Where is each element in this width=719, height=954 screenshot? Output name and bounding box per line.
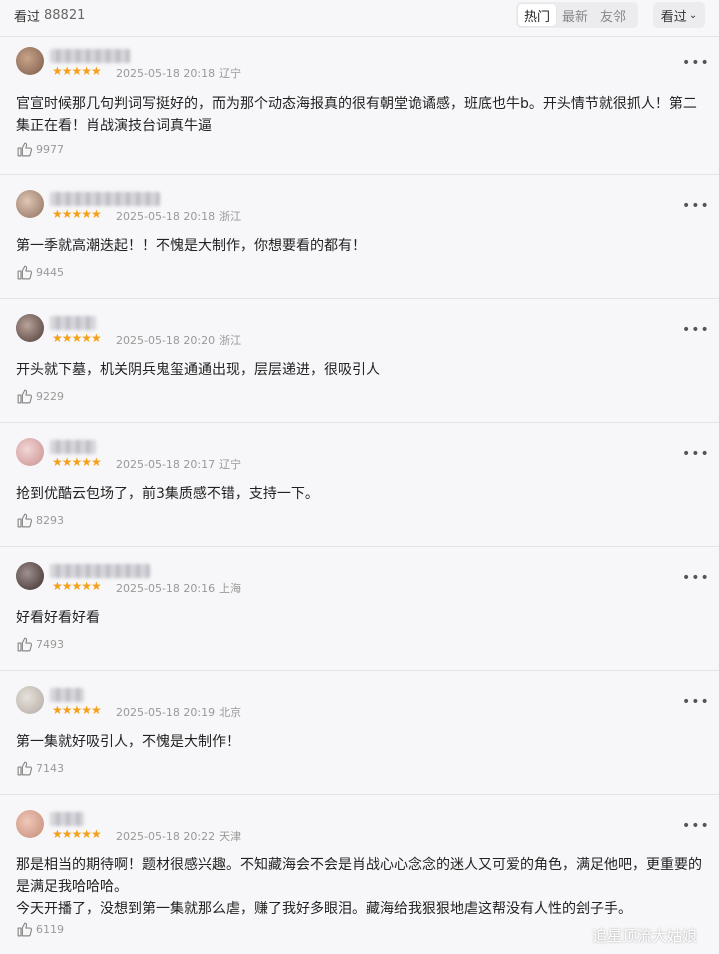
chevron-down-icon: ⌄: [688, 9, 698, 21]
divider: [0, 794, 719, 795]
more-dots-icon[interactable]: •••: [682, 322, 710, 338]
rating-stars: ★★★★★: [52, 455, 102, 469]
like-button[interactable]: 9229: [16, 388, 64, 405]
rating-stars: ★★★★★: [52, 703, 102, 717]
tab-friends[interactable]: 友邻: [594, 4, 632, 26]
thumbs-up-icon: [17, 142, 33, 157]
divider: [0, 298, 719, 299]
comment-text: 官宣时候那几句判词写挺好的，而为那个动态海报真的很有朝堂诡谲感，班底也牛b。开头…: [16, 96, 697, 134]
username-blurred[interactable]: [50, 440, 96, 454]
avatar[interactable]: [16, 438, 44, 466]
more-dots-icon[interactable]: •••: [682, 55, 710, 71]
comment-meta: 2025-05-18 20:19 北京: [116, 704, 241, 720]
thumbs-up-icon: [17, 265, 33, 280]
like-button[interactable]: 7143: [16, 760, 64, 777]
like-count: 6119: [36, 923, 64, 936]
watermark: 追星顶流大姑娘: [592, 927, 698, 945]
comment-text: 开头就下墓，机关阴兵鬼玺通通出现，层层递进，很吸引人: [16, 362, 380, 378]
rating-stars: ★★★★★: [52, 207, 102, 221]
like-count: 9977: [36, 143, 64, 156]
comment-meta: 2025-05-18 20:16 上海: [116, 580, 241, 596]
filter-dropdown[interactable]: 看过 ⌄: [653, 2, 705, 28]
like-count: 7143: [36, 762, 64, 775]
thumbs-up-icon: [17, 637, 33, 652]
like-count: 7493: [36, 638, 64, 651]
like-button[interactable]: 9977: [16, 141, 64, 158]
comment-location: 北京: [219, 706, 242, 719]
like-button[interactable]: 8293: [16, 512, 64, 529]
thumbs-up-icon: [17, 761, 33, 776]
divider: [0, 670, 719, 671]
divider: [0, 36, 719, 37]
comment-time: 2025-05-18 20:18: [116, 67, 216, 80]
rating-stars: ★★★★★: [52, 331, 102, 345]
divider: [0, 546, 719, 547]
sort-tabs: 热门 最新 友邻: [516, 2, 638, 28]
avatar[interactable]: [16, 686, 44, 714]
thumbs-up-icon: [17, 922, 33, 937]
avatar[interactable]: [16, 47, 44, 75]
comment-meta: 2025-05-18 20:18 辽宁: [116, 65, 241, 81]
avatar[interactable]: [16, 810, 44, 838]
comment-location: 天津: [219, 830, 242, 843]
comment-text: 第一季就高潮迭起！！不愧是大制作，你想要看的都有！: [16, 238, 366, 254]
like-button[interactable]: 7493: [16, 636, 64, 653]
comment-time: 2025-05-18 20:18: [116, 210, 216, 223]
username-blurred[interactable]: [50, 564, 150, 578]
filter-dropdown-label: 看过: [660, 9, 687, 25]
comment-meta: 2025-05-18 20:22 天津: [116, 828, 241, 844]
more-dots-icon[interactable]: •••: [682, 198, 710, 214]
username-blurred[interactable]: [50, 49, 130, 63]
divider: [0, 422, 719, 423]
comment-time: 2025-05-18 20:20: [116, 334, 216, 347]
comment-location: 辽宁: [219, 458, 242, 471]
comment-meta: 2025-05-18 20:18 浙江: [116, 208, 241, 224]
tab-hot[interactable]: 热门: [518, 4, 556, 26]
more-dots-icon[interactable]: •••: [682, 446, 710, 462]
username-blurred[interactable]: [50, 688, 84, 702]
rating-stars: ★★★★★: [52, 579, 102, 593]
avatar[interactable]: [16, 314, 44, 342]
username-blurred[interactable]: [50, 812, 84, 826]
like-count: 9445: [36, 266, 64, 279]
comment-time: 2025-05-18 20:22: [116, 830, 216, 843]
like-count: 9229: [36, 390, 64, 403]
like-button[interactable]: 6119: [16, 921, 64, 938]
comment-time: 2025-05-18 20:19: [116, 706, 216, 719]
more-dots-icon[interactable]: •••: [682, 694, 710, 710]
comment-time: 2025-05-18 20:17: [116, 458, 216, 471]
comment-meta: 2025-05-18 20:20 浙江: [116, 332, 241, 348]
section-title: 看过: [14, 9, 41, 25]
username-blurred[interactable]: [50, 192, 160, 206]
comment-location: 上海: [219, 582, 242, 595]
thumbs-up-icon: [17, 513, 33, 528]
comment-location: 浙江: [219, 334, 242, 347]
avatar[interactable]: [16, 190, 44, 218]
thumbs-up-icon: [17, 389, 33, 404]
username-blurred[interactable]: [50, 316, 96, 330]
comment-text: 好看好看好看: [16, 610, 100, 626]
comment-text: 抢到优酷云包场了，前3集质感不错，支持一下。: [16, 486, 319, 502]
comment-time: 2025-05-18 20:16: [116, 582, 216, 595]
divider: [0, 174, 719, 175]
tab-latest[interactable]: 最新: [556, 4, 594, 26]
rating-stars: ★★★★★: [52, 64, 102, 78]
more-dots-icon[interactable]: •••: [682, 570, 710, 586]
comment-meta: 2025-05-18 20:17 辽宁: [116, 456, 241, 472]
comment-text: 那是相当的期待啊！题材很感兴趣。不知藏海会不会是肖战心心念念的迷人又可爱的角色，…: [16, 857, 702, 917]
like-count: 8293: [36, 514, 64, 527]
comment-location: 浙江: [219, 210, 242, 223]
more-dots-icon[interactable]: •••: [682, 818, 710, 834]
comment-location: 辽宁: [219, 67, 242, 80]
avatar[interactable]: [16, 562, 44, 590]
watched-count: 88821: [44, 7, 86, 23]
comment-text: 第一集就好吸引人，不愧是大制作！: [16, 734, 240, 750]
rating-stars: ★★★★★: [52, 827, 102, 841]
like-button[interactable]: 9445: [16, 264, 64, 281]
